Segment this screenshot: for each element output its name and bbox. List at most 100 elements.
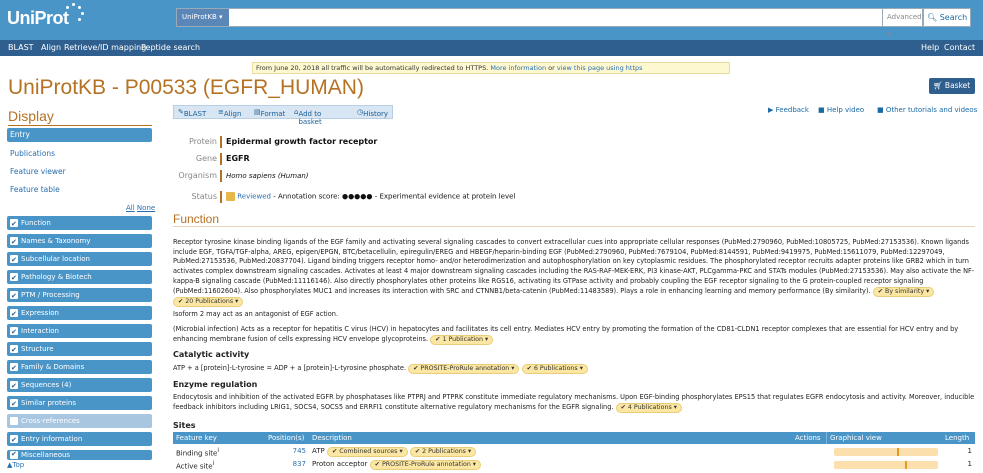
checkbox-icon[interactable] <box>10 343 18 357</box>
site-length: 1 <box>967 460 972 468</box>
section-cross-references[interactable]: Cross-references <box>7 414 152 428</box>
site-marker <box>905 461 907 469</box>
section-interaction[interactable]: Interaction <box>7 324 152 339</box>
evidence-pill[interactable]: ✔ 1 Publication ▾ <box>430 334 494 345</box>
site-length: 1 <box>967 447 972 455</box>
evidence-pill[interactable]: ✔ 2 Publications ▾ <box>409 447 477 457</box>
checkbox-icon[interactable] <box>10 289 18 303</box>
database-select[interactable]: UniProtKB ▾ <box>177 9 229 26</box>
advanced-search-button[interactable]: Advanced ▾ <box>883 8 923 38</box>
checkbox-icon[interactable] <box>10 449 18 459</box>
nav-align[interactable]: Align <box>41 43 61 52</box>
organism-name[interactable]: Homo sapiens (Human) <box>226 172 309 180</box>
section-entry-information[interactable]: Entry information <box>7 432 152 447</box>
enzyme-heading: Enzyme regulation <box>173 380 258 389</box>
section-expression[interactable]: Expression <box>7 306 152 321</box>
table-row: Binding sitei <box>176 448 219 458</box>
checkbox-icon[interactable] <box>10 433 18 447</box>
reviewed-link[interactable]: Reviewed <box>237 193 271 201</box>
section-subcellular[interactable]: Subcellular location <box>7 252 152 267</box>
nav-blast[interactable]: BLAST <box>8 43 34 52</box>
checkbox-icon[interactable] <box>10 307 18 321</box>
checkbox-icon[interactable] <box>10 379 18 393</box>
section-miscellaneous[interactable]: Miscellaneous <box>7 449 152 460</box>
tab-format[interactable]: ▤ Format <box>254 108 285 118</box>
nav-help[interactable]: Help <box>921 43 939 52</box>
protein-label: Protein <box>188 137 217 146</box>
checkbox-icon[interactable] <box>10 235 18 249</box>
table-row: Active sitei <box>176 461 215 471</box>
page-title: UniProtKB - P00533 (EGFR_HUMAN) <box>8 76 364 99</box>
checkbox-icon[interactable] <box>10 253 18 267</box>
none-link[interactable]: None <box>137 204 155 212</box>
column-positions[interactable]: Position(s) <box>265 432 309 444</box>
to-top-link[interactable]: ▲Top <box>7 461 24 469</box>
https-link[interactable]: view this page using https <box>557 64 643 72</box>
divider <box>173 226 975 227</box>
column-feature-key[interactable]: Feature key <box>173 432 265 444</box>
isoform-paragraph: Isoform 2 may act as an antagonist of EG… <box>173 310 339 318</box>
nav-retrieve[interactable]: Retrieve/ID mapping <box>64 43 146 52</box>
evidence-pill[interactable]: ✔ 4 Publications ▾ <box>615 402 682 413</box>
label-bar <box>220 170 222 182</box>
section-family-domains[interactable]: Family & Domains <box>7 360 152 375</box>
tab-history[interactable]: ◷ History <box>357 108 388 118</box>
section-ptm[interactable]: PTM / Processing <box>7 288 152 303</box>
evidence-pill[interactable]: ✔ PROSITE-ProRule annotation ▾ <box>369 460 481 470</box>
site-description: Proton acceptor ✔ PROSITE-ProRule annota… <box>309 459 789 470</box>
tab-align[interactable]: ≡ Align <box>218 108 241 118</box>
section-pathology[interactable]: Pathology & Biotech <box>7 270 152 285</box>
help-video-link[interactable]: ■ Help video <box>818 106 864 114</box>
checkbox-icon[interactable] <box>10 417 18 425</box>
evidence-pill[interactable]: ✔ 20 Publications ▾ <box>173 296 244 307</box>
reviewed-icon <box>226 192 235 201</box>
search-input[interactable]: UniProtKB ▾ <box>176 8 883 27</box>
function-heading: Function <box>173 212 220 226</box>
divider <box>8 125 152 126</box>
sites-heading: Sites <box>173 421 196 430</box>
nav-peptide-search[interactable]: Peptide search <box>141 43 200 52</box>
nav-contact[interactable]: Contact <box>944 43 975 52</box>
section-names-taxonomy[interactable]: Names & Taxonomy <box>7 234 152 249</box>
gene-label: Gene <box>195 154 217 163</box>
sidebar-feature-table[interactable]: Feature table <box>10 185 60 194</box>
section-similar-proteins[interactable]: Similar proteins <box>7 396 152 411</box>
more-info-link[interactable]: More information <box>490 64 546 72</box>
position-link[interactable]: 837 <box>265 459 309 470</box>
enzyme-text: Endocytosis and inhibition of the activa… <box>173 393 975 413</box>
checkbox-icon[interactable] <box>10 217 18 231</box>
column-length[interactable]: Length <box>942 432 975 444</box>
checkbox-icon[interactable] <box>10 397 18 411</box>
gene-name: EGFR <box>226 154 250 163</box>
nav-bar: BLAST Align Retrieve/ID mapping Peptide … <box>0 40 983 56</box>
sidebar-publications[interactable]: Publications <box>10 149 55 158</box>
evidence-pill[interactable]: ✔ Combined sources ▾ <box>326 447 408 457</box>
evidence-pill[interactable]: ✔ By similarity ▾ <box>872 286 935 297</box>
checkbox-icon[interactable] <box>10 361 18 375</box>
sidebar-entry[interactable]: Entry <box>7 128 152 142</box>
entry-toolbar: ✎ BLAST ≡ Align ▤ Format ⌂ Add to basket… <box>173 105 393 126</box>
site-description: ATP ✔ Combined sources ▾ ✔ 2 Publication… <box>309 446 789 457</box>
section-sequences[interactable]: Sequences (4) <box>7 378 152 393</box>
checkbox-icon[interactable] <box>10 325 18 339</box>
section-function[interactable]: Function <box>7 216 152 231</box>
graphical-track[interactable] <box>834 448 938 456</box>
checkbox-icon[interactable] <box>10 271 18 285</box>
section-structure[interactable]: Structure <box>7 342 152 357</box>
label-bar <box>220 191 222 203</box>
graphical-track[interactable] <box>834 461 938 469</box>
evidence-pill[interactable]: ✔ 6 Publications ▾ <box>521 364 588 374</box>
position-link[interactable]: 745 <box>265 446 309 457</box>
search-button[interactable]: 🔍︎ Search <box>923 8 971 27</box>
tab-blast[interactable]: ✎ BLAST <box>178 108 206 118</box>
tutorials-link[interactable]: ■ Other tutorials and videos <box>877 106 977 114</box>
tab-add-to-basket[interactable]: ⌂ Add to basket <box>294 108 322 126</box>
sidebar-feature-viewer[interactable]: Feature viewer <box>10 167 66 176</box>
column-actions: Actions <box>795 434 821 442</box>
uniprot-logo[interactable]: UniProt <box>7 8 69 29</box>
basket-button[interactable]: 🛒︎ Basket ▾ <box>929 78 975 106</box>
evidence-pill[interactable]: ✔ PROSITE-ProRule annotation ▾ <box>408 364 520 374</box>
feedback-link[interactable]: ▶ Feedback <box>768 106 809 114</box>
hcv-paragraph: (Microbial infection) Acts as a receptor… <box>173 325 959 345</box>
all-link[interactable]: All <box>126 204 135 212</box>
